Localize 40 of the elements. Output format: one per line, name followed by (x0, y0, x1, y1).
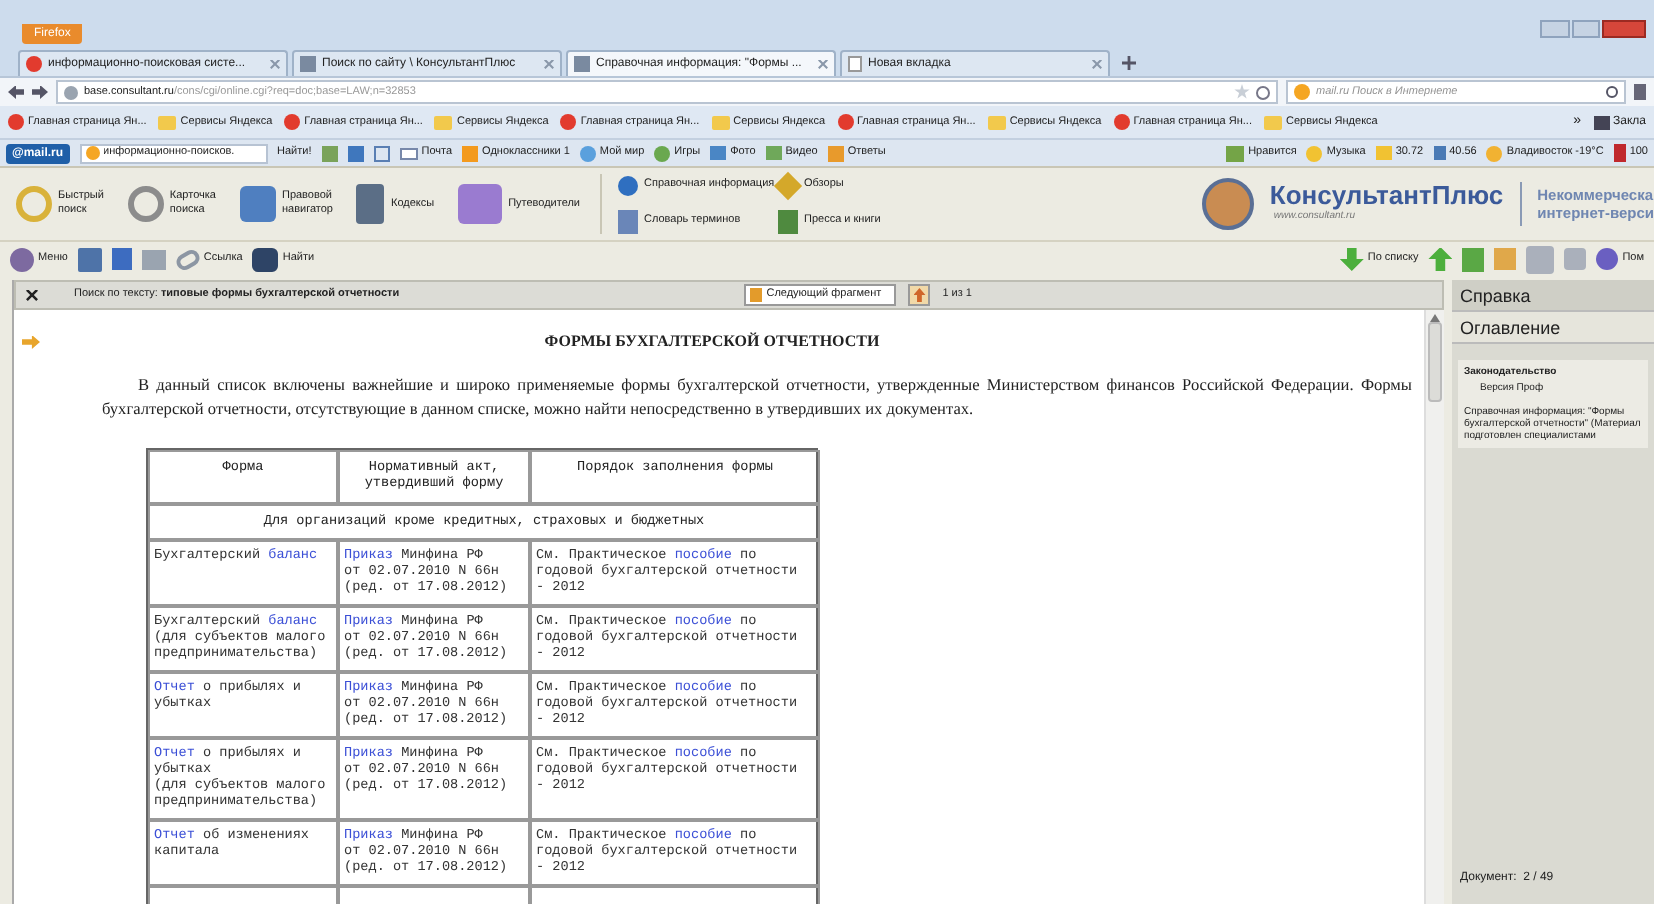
maximize-button[interactable] (1572, 20, 1600, 38)
document-title: ФОРМЫ БУХГАЛТЕРСКОЙ ОТЧЕТНОСТИ (542, 330, 882, 354)
forward-icon[interactable] (32, 85, 48, 99)
square-icon (827, 145, 844, 161)
intro-paragraph: В данный список включены важнейшие и широко применяемые формы бухгалтерской отчетности, утвержденные Министерством финансов Российской Федерации. Формы бухгалтерской отчетности, отсутствующие в данном списке, можно найти непосредственно в утвердивших их документах. (102, 374, 1412, 422)
search-engine-icon (1294, 84, 1310, 100)
search-icon[interactable] (1606, 86, 1618, 98)
brand-logo: КонсультантПлюс (1269, 182, 1504, 211)
scroll-thumb[interactable] (1428, 322, 1442, 402)
bar-icon (1613, 144, 1626, 162)
paperclip-icon (173, 246, 203, 272)
square-icon (765, 146, 782, 160)
square-icon (1375, 146, 1392, 160)
square-icon (1433, 146, 1446, 160)
scrollbar[interactable] (1424, 310, 1444, 904)
folder-icon (158, 115, 177, 129)
folder-icon (1263, 115, 1282, 129)
minimize-button[interactable] (1540, 20, 1570, 38)
magnifier-icon (16, 186, 52, 222)
search-engine-icon (85, 146, 100, 160)
magnifier-icon (127, 186, 164, 222)
reload-icon[interactable] (1256, 85, 1270, 99)
envelope-icon (399, 147, 418, 159)
avatar-icon (1201, 178, 1254, 230)
previous-fragment-button[interactable] (908, 284, 931, 306)
back-icon[interactable] (8, 85, 24, 99)
panel-tab[interactable]: Справка (1452, 280, 1654, 312)
square-icon (462, 145, 479, 161)
folder-icon (711, 115, 730, 129)
close-icon[interactable] (26, 289, 38, 301)
square-icon (574, 56, 590, 72)
square-icon (300, 56, 316, 72)
folder-icon (987, 115, 1006, 129)
folder-icon (434, 115, 453, 129)
close-button[interactable] (1602, 20, 1646, 38)
panel-tab[interactable]: Оглавление (1452, 312, 1654, 344)
square-icon (1226, 145, 1245, 161)
new-tab-icon[interactable] (1122, 56, 1136, 70)
frame-icon[interactable] (373, 145, 390, 161)
square-icon (710, 146, 727, 160)
